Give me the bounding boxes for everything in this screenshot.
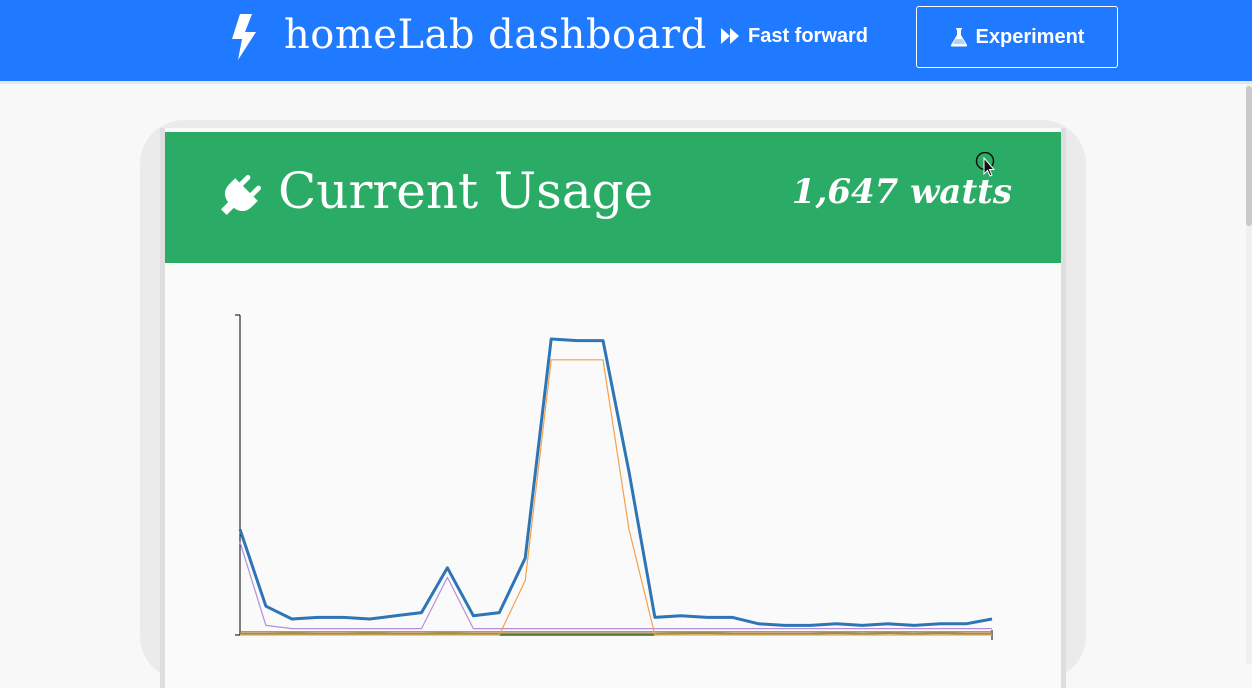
series-line-3 [239,542,992,630]
usage-line-chart [235,314,993,640]
experiment-label: Experiment [975,25,1085,48]
flask-icon [950,28,967,47]
experiment-button[interactable]: Experiment [916,6,1118,68]
fast-forward-icon [721,28,739,44]
top-navbar: homeLab dashboard Fast forward Experimen… [0,0,1252,84]
fast-forward-label: Fast forward [748,24,869,47]
app-title: homeLab dashboard [284,12,707,58]
series-line-1 [238,337,993,627]
fast-forward-button[interactable]: Fast forward [720,22,868,50]
plug-icon [221,174,262,215]
card-title: Current Usage [278,162,654,220]
scrollbar-thumb[interactable] [1246,86,1252,226]
mouse-cursor-icon [975,152,996,177]
lightning-bolt-icon [232,14,256,60]
series-line-5 [240,632,992,635]
